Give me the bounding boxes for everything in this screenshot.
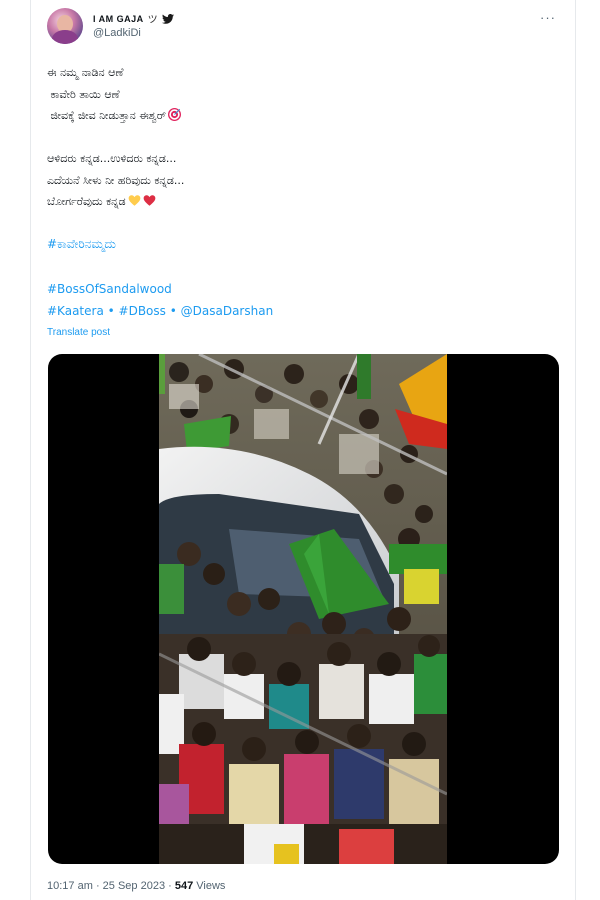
hashtag-dboss-link[interactable]: #DBoss [119,304,166,318]
twitter-bird-icon [161,13,174,24]
video-frame[interactable] [159,354,447,864]
views-count: 547 [174,880,194,892]
translate-post-link[interactable]: Translate post [47,327,110,338]
avatar-body [52,30,78,44]
tweet-line-3-text: ಜೀವಕ್ಕೆ ಜೀವ ನೀಡುತ್ತಾನ ಈಶ್ವರ್ [47,109,167,122]
tweet-line-1: ಈ ನಮ್ಮ ನಾಡಿನ ಆಣೆ [47,66,124,79]
video-player[interactable] [48,354,559,864]
video-still-image [159,354,447,864]
hashtag-row-kaatera: #Kaatera • #DBoss • @DasaDarshan [47,304,557,318]
author-name-row[interactable]: I AM GAJA ツ [93,11,174,26]
author-handle[interactable]: @LadkiDi [93,27,141,39]
tweet-line-6: ಎದೆಯನೆ ಸೀಳು ನೀ ಹರಿವುದು ಕನ್ನಡ... [47,173,185,187]
footer-separator: · [95,880,100,892]
tweet-line-3: ಜೀವಕ್ಕೆ ಜೀವ ನೀಡುತ್ತಾನ ಈಶ್ವರ್ [47,105,557,127]
tweet-body: ಈ ನಮ್ಮ ನಾಡಿನ ಆಣೆ ಕಾವೇರಿ ತಾಯಿ ಆಣೆ ಜೀವಕ್ಕೆ… [47,62,557,213]
footer-separator-2: · [168,880,172,892]
tweet-footer: 10:17 am · 25 Sep 2023 · 547 Views [47,880,225,892]
more-options-icon[interactable]: ··· [540,10,556,25]
avatar[interactable] [47,8,83,44]
hashtag-row-kaveri: #ಕಾವೇರಿನಮ್ಮದು [47,237,557,252]
direct-hit-emoji [168,108,182,121]
hashtag-kaveri-link[interactable]: #ಕಾವೇರಿನಮ್ಮದು [47,237,116,251]
tweet-time[interactable]: 10:17 am [47,880,93,892]
hashtag-kaatera-link[interactable]: #Kaatera [47,304,104,318]
tweet-line-2: ಕಾವೇರಿ ತಾಯಿ ಆಣೆ [47,87,120,101]
separator-dot-1: • [107,304,115,318]
tweet-line-4 [47,127,557,149]
author-name-glyph: ツ [147,15,158,26]
tweet-line-5: ಆಳಿದರು ಕನ್ನಡ...ಉಳಿದರು ಕನ್ನಡ... [47,152,177,165]
separator-dot-2: • [169,304,177,318]
tweet-header: I AM GAJA ツ @LadkiDi ··· [47,8,562,48]
author-display-name[interactable]: I AM GAJA [93,14,144,24]
yellow-heart-emoji [128,195,141,206]
hashtag-bossofsandalwood-link[interactable]: #BossOfSandalwood [47,282,172,296]
hashtag-row-boss: #BossOfSandalwood [47,282,557,296]
red-heart-emoji [143,195,156,206]
timeline-border-right [575,0,576,900]
tweet-date[interactable]: 25 Sep 2023 [103,880,165,892]
mention-dasadarshan-link[interactable]: @DasaDarshan [181,304,274,318]
tweet-line-7: ಬೋರ್ಗರೆವುದು ಕನ್ನಡ [47,191,557,213]
tweet-line-7-text: ಬೋರ್ಗರೆವುದು ಕನ್ನಡ [47,195,126,208]
timeline-border-left [30,0,31,900]
views-label: Views [196,880,226,892]
